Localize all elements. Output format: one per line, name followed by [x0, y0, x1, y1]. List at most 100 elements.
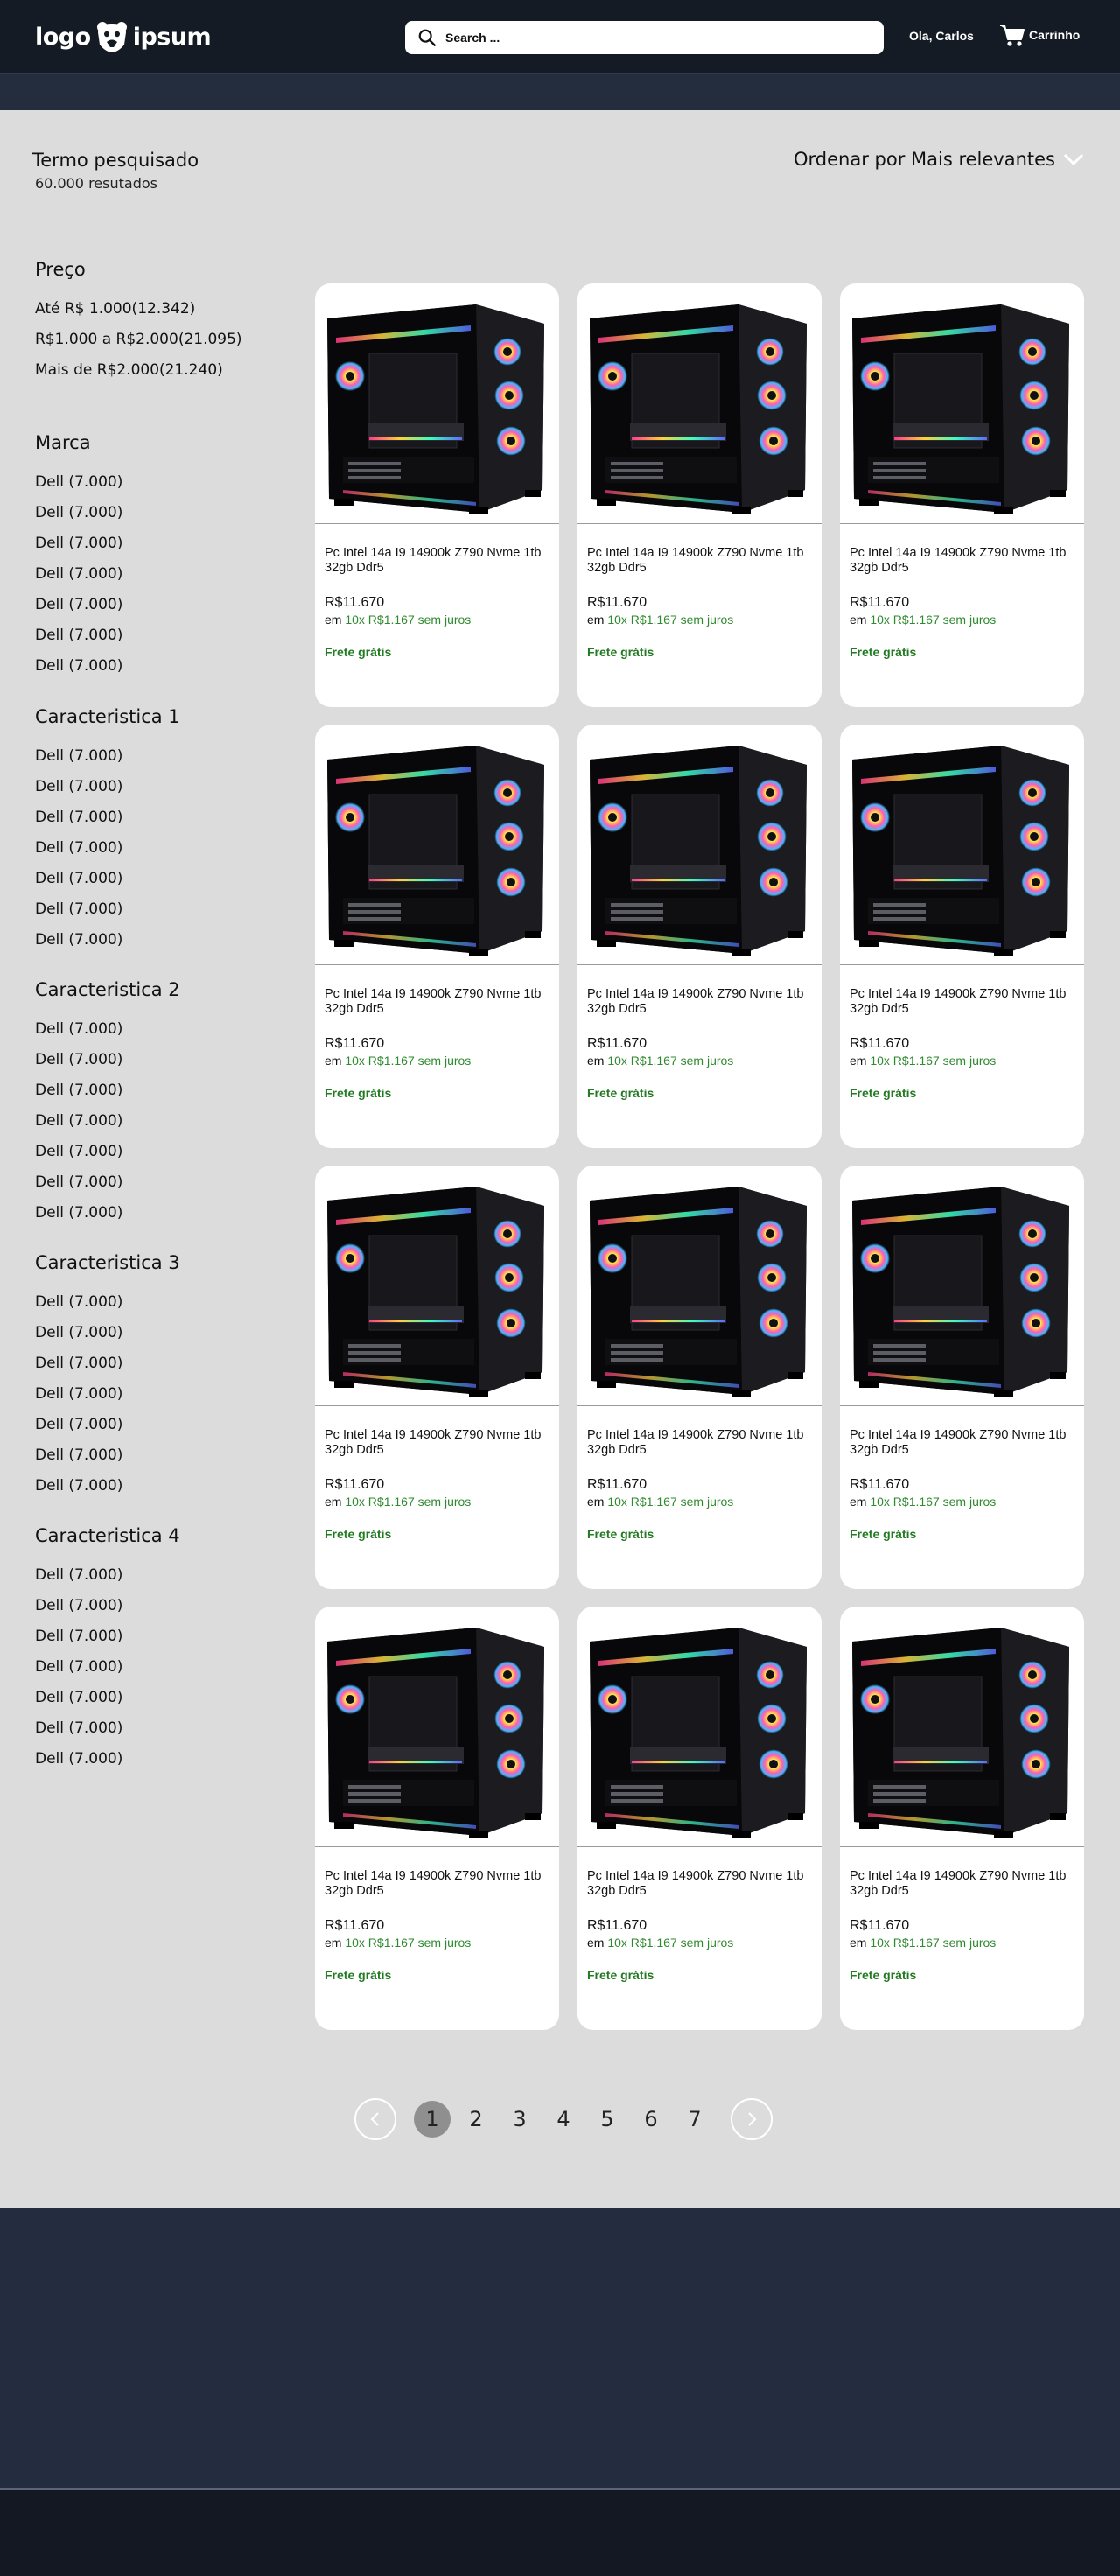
product-card[interactable]: Pc Intel 14a I9 14900k Z790 Nvme 1tb 32g…: [578, 1166, 822, 1589]
product-name[interactable]: Pc Intel 14a I9 14900k Z790 Nvme 1tb 32g…: [587, 1869, 816, 1899]
filter-option[interactable]: Dell (7.000): [35, 1318, 180, 1348]
product-image[interactable]: [578, 1166, 822, 1406]
filter-option[interactable]: Dell (7.000): [35, 864, 180, 894]
filter-option[interactable]: Dell (7.000): [35, 1652, 180, 1683]
filter-option[interactable]: Dell (7.000): [35, 741, 180, 772]
product-name[interactable]: Pc Intel 14a I9 14900k Z790 Nvme 1tb 32g…: [325, 546, 554, 576]
filter-option[interactable]: Dell (7.000): [35, 1287, 180, 1318]
product-card[interactable]: Pc Intel 14a I9 14900k Z790 Nvme 1tb 32g…: [840, 724, 1084, 1148]
product-image[interactable]: [315, 724, 559, 965]
product-image[interactable]: [840, 284, 1084, 524]
product-installments: em 10x R$1.167 sem juros: [325, 1054, 471, 1068]
filter-option[interactable]: Dell (7.000): [35, 559, 122, 590]
cart-button[interactable]: Carrinho: [999, 23, 1080, 47]
filter-option[interactable]: Dell (7.000): [35, 1683, 180, 1713]
product-name[interactable]: Pc Intel 14a I9 14900k Z790 Nvme 1tb 32g…: [325, 987, 554, 1017]
filter-option[interactable]: Dell (7.000): [35, 1075, 180, 1106]
product-image[interactable]: [840, 724, 1084, 965]
pc-case-image: [847, 1615, 1077, 1838]
product-name[interactable]: Pc Intel 14a I9 14900k Z790 Nvme 1tb 32g…: [325, 1428, 554, 1458]
product-image[interactable]: [315, 284, 559, 524]
product-image[interactable]: [315, 1166, 559, 1406]
next-page-button[interactable]: [731, 2098, 773, 2140]
filter-option[interactable]: Dell (7.000): [35, 1014, 180, 1045]
page-5-button[interactable]: 5: [589, 2101, 626, 2138]
search-input[interactable]: [445, 31, 865, 45]
filter-option[interactable]: Dell (7.000): [35, 1471, 180, 1502]
search-icon[interactable]: [417, 28, 437, 47]
filter-option[interactable]: R$1.000 a R$2.000(21.095): [35, 325, 242, 355]
filter-option[interactable]: Dell (7.000): [35, 651, 122, 682]
search-bar[interactable]: [405, 21, 884, 54]
product-image[interactable]: [578, 1606, 822, 1847]
page-2-button[interactable]: 2: [458, 2101, 494, 2138]
product-name[interactable]: Pc Intel 14a I9 14900k Z790 Nvme 1tb 32g…: [587, 987, 816, 1017]
filter-option[interactable]: Dell (7.000): [35, 467, 122, 498]
product-card[interactable]: Pc Intel 14a I9 14900k Z790 Nvme 1tb 32g…: [578, 284, 822, 707]
filter-option[interactable]: Dell (7.000): [35, 1440, 180, 1471]
product-card[interactable]: Pc Intel 14a I9 14900k Z790 Nvme 1tb 32g…: [315, 724, 559, 1148]
product-card[interactable]: Pc Intel 14a I9 14900k Z790 Nvme 1tb 32g…: [840, 1166, 1084, 1589]
product-card[interactable]: Pc Intel 14a I9 14900k Z790 Nvme 1tb 32g…: [315, 1606, 559, 2030]
sort-dropdown[interactable]: Ordenar por Mais relevantes: [794, 149, 1085, 170]
filter-option[interactable]: Dell (7.000): [35, 1379, 180, 1410]
product-card[interactable]: Pc Intel 14a I9 14900k Z790 Nvme 1tb 32g…: [840, 284, 1084, 707]
product-image[interactable]: [315, 1606, 559, 1847]
filter-option[interactable]: Dell (7.000): [35, 894, 180, 925]
product-name[interactable]: Pc Intel 14a I9 14900k Z790 Nvme 1tb 32g…: [850, 987, 1079, 1017]
filter-option[interactable]: Dell (7.000): [35, 590, 122, 620]
filter-option[interactable]: Dell (7.000): [35, 1410, 180, 1440]
product-name[interactable]: Pc Intel 14a I9 14900k Z790 Nvme 1tb 32g…: [587, 1428, 816, 1458]
filter-option[interactable]: Até R$ 1.000(12.342): [35, 294, 242, 325]
product-card[interactable]: Pc Intel 14a I9 14900k Z790 Nvme 1tb 32g…: [578, 1606, 822, 2030]
filter-option[interactable]: Dell (7.000): [35, 833, 180, 864]
product-image[interactable]: [578, 284, 822, 524]
product-image[interactable]: [840, 1166, 1084, 1406]
product-price: R$11.670: [587, 1477, 648, 1492]
page-4-button[interactable]: 4: [545, 2101, 582, 2138]
filter-option[interactable]: Dell (7.000): [35, 1713, 180, 1744]
product-name[interactable]: Pc Intel 14a I9 14900k Z790 Nvme 1tb 32g…: [325, 1869, 554, 1899]
user-greeting[interactable]: Ola, Carlos: [909, 29, 974, 43]
product-card[interactable]: Pc Intel 14a I9 14900k Z790 Nvme 1tb 32g…: [578, 724, 822, 1148]
page-3-button[interactable]: 3: [501, 2101, 538, 2138]
filter-option[interactable]: Dell (7.000): [35, 802, 180, 833]
filter-option[interactable]: Dell (7.000): [35, 925, 180, 956]
filter-option[interactable]: Dell (7.000): [35, 1106, 180, 1137]
page-1-button[interactable]: 1: [414, 2101, 451, 2138]
filter-option[interactable]: Dell (7.000): [35, 1560, 180, 1591]
filter-option[interactable]: Dell (7.000): [35, 528, 122, 559]
product-installments: em 10x R$1.167 sem juros: [850, 1936, 996, 1950]
filter-group: Marca Dell (7.000) Dell (7.000) Dell (7.000…: [35, 432, 122, 682]
filter-option[interactable]: Dell (7.000): [35, 1045, 180, 1075]
product-image[interactable]: [578, 724, 822, 965]
logo[interactable]: logo ipsum: [35, 19, 212, 54]
pc-case-image: [847, 1174, 1077, 1397]
installment-prefix: em: [587, 1936, 608, 1950]
filter-option[interactable]: Dell (7.000): [35, 1198, 180, 1228]
product-card[interactable]: Pc Intel 14a I9 14900k Z790 Nvme 1tb 32g…: [840, 1606, 1084, 2030]
product-image[interactable]: [840, 1606, 1084, 1847]
filter-option[interactable]: Dell (7.000): [35, 498, 122, 528]
filter-option[interactable]: Dell (7.000): [35, 1744, 180, 1774]
product-card[interactable]: Pc Intel 14a I9 14900k Z790 Nvme 1tb 32g…: [315, 1166, 559, 1589]
product-name[interactable]: Pc Intel 14a I9 14900k Z790 Nvme 1tb 32g…: [850, 1869, 1079, 1899]
filter-option[interactable]: Dell (7.000): [35, 1167, 180, 1198]
product-card[interactable]: Pc Intel 14a I9 14900k Z790 Nvme 1tb 32g…: [315, 284, 559, 707]
filter-option[interactable]: Dell (7.000): [35, 620, 122, 651]
page-6-button[interactable]: 6: [633, 2101, 669, 2138]
filter-option[interactable]: Dell (7.000): [35, 1348, 180, 1379]
filter-option[interactable]: Mais de R$2.000(21.240): [35, 355, 242, 386]
free-shipping-label: Frete grátis: [587, 645, 654, 659]
pc-case-image: [322, 1615, 552, 1838]
product-name[interactable]: Pc Intel 14a I9 14900k Z790 Nvme 1tb 32g…: [587, 546, 816, 576]
filter-option[interactable]: Dell (7.000): [35, 772, 180, 802]
page-7-button[interactable]: 7: [676, 2101, 713, 2138]
filter-option[interactable]: Dell (7.000): [35, 1137, 180, 1167]
filter-option[interactable]: Dell (7.000): [35, 1621, 180, 1652]
free-shipping-label: Frete grátis: [850, 1086, 917, 1100]
previous-page-button[interactable]: [354, 2098, 396, 2140]
product-name[interactable]: Pc Intel 14a I9 14900k Z790 Nvme 1tb 32g…: [850, 546, 1079, 576]
product-name[interactable]: Pc Intel 14a I9 14900k Z790 Nvme 1tb 32g…: [850, 1428, 1079, 1458]
filter-option[interactable]: Dell (7.000): [35, 1591, 180, 1621]
